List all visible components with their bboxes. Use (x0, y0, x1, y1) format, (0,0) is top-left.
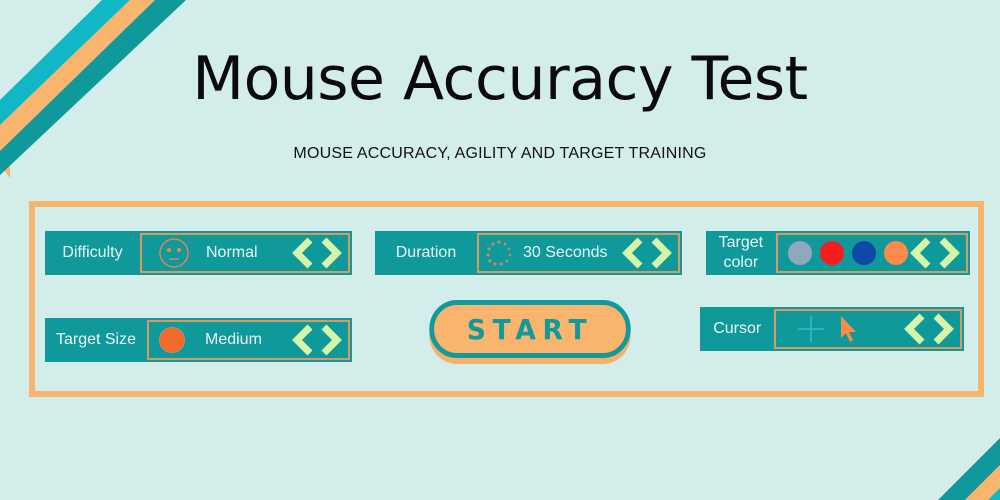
pointer-arrow-icon[interactable] (838, 314, 860, 344)
cursor-selector[interactable] (774, 309, 962, 349)
target-size-label: Target Size (55, 331, 137, 348)
page-title: Mouse Accuracy Test (192, 44, 808, 114)
color-option-orange[interactable] (883, 241, 908, 265)
crosshair-icon[interactable] (796, 314, 826, 344)
target-size-selector[interactable]: Medium (147, 320, 350, 360)
chevron-right-icon[interactable] (930, 312, 956, 346)
target-color-control: Target color (706, 231, 970, 275)
start-button[interactable]: START (429, 300, 631, 358)
target-size-value: Medium (205, 331, 262, 348)
duration-control: Duration 30 Seconds (375, 231, 682, 275)
duration-label: Duration (395, 244, 457, 261)
chevron-right-icon[interactable] (318, 236, 344, 270)
chevron-left-icon[interactable] (290, 323, 316, 357)
chevron-right-icon[interactable] (318, 323, 344, 357)
color-option-red[interactable] (819, 241, 844, 265)
target-size-control: Target Size Medium (45, 318, 352, 362)
duration-selector[interactable]: 30 Seconds (477, 233, 680, 273)
difficulty-selector[interactable]: Normal (140, 233, 350, 273)
color-option-gray-blue[interactable] (787, 241, 812, 265)
chevron-left-icon[interactable] (620, 236, 646, 270)
page-subtitle: MOUSE ACCURACY, AGILITY AND TARGET TRAIN… (293, 145, 707, 162)
cursor-control: Cursor (700, 307, 964, 351)
chevron-right-icon[interactable] (936, 236, 962, 270)
target-color-label: Target color (718, 234, 764, 271)
difficulty-value: Normal (206, 244, 258, 261)
duration-value: 30 Seconds (523, 244, 608, 261)
target-dot-icon (159, 327, 185, 353)
cursor-label: Cursor (713, 320, 762, 337)
chevron-left-icon[interactable] (902, 312, 928, 346)
difficulty-control: Difficulty Normal (45, 231, 352, 275)
neutral-face-icon (159, 238, 189, 268)
loading-spinner-icon (486, 240, 512, 266)
difficulty-label: Difficulty (62, 244, 123, 261)
chevron-left-icon[interactable] (908, 236, 934, 270)
target-color-selector[interactable] (775, 233, 968, 273)
color-option-blue[interactable] (851, 241, 876, 265)
chevron-left-icon[interactable] (290, 236, 316, 270)
chevron-right-icon[interactable] (648, 236, 674, 270)
